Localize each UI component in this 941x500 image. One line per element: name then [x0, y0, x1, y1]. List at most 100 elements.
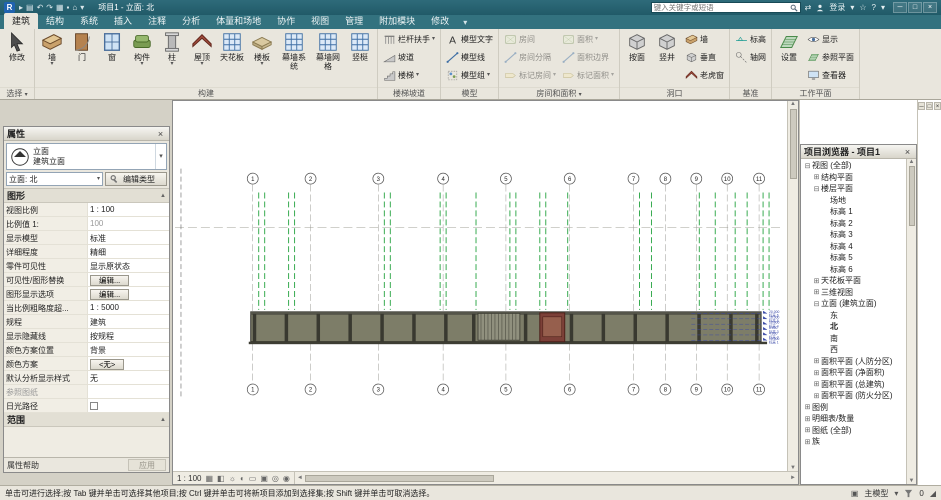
- tree-item[interactable]: 东: [801, 310, 906, 322]
- collapse-icon[interactable]: ⊟: [812, 300, 821, 308]
- tree-item[interactable]: 标高 5: [801, 252, 906, 264]
- grid-bubble[interactable]: 3: [373, 384, 384, 395]
- filter-icon[interactable]: [904, 489, 913, 498]
- expand-icon[interactable]: ⊞: [812, 357, 821, 365]
- resize-grip-icon[interactable]: ◢: [930, 489, 936, 498]
- grid-bubble[interactable]: 9: [691, 173, 702, 184]
- tag-area-button[interactable]: 标记面积 ▾: [560, 67, 616, 84]
- tree-item[interactable]: 标高 2: [801, 218, 906, 230]
- grid-bubble[interactable]: 7: [628, 173, 639, 184]
- grid-bubble[interactable]: 1: [247, 384, 258, 395]
- browser-scrollbar[interactable]: ▲ ▼: [906, 159, 916, 484]
- tree-item[interactable]: ⊟立面 (建筑立面): [801, 298, 906, 310]
- edit-type-button[interactable]: 编辑类型: [105, 172, 167, 186]
- minimize-button[interactable]: ─: [893, 2, 907, 13]
- tree-item[interactable]: ⊞三维视图: [801, 287, 906, 299]
- worksets-icon[interactable]: ▣: [851, 489, 859, 498]
- close-properties-icon[interactable]: ×: [155, 129, 166, 139]
- signin-dropdown-icon[interactable]: ▾: [850, 3, 854, 12]
- view-restore-button[interactable]: □: [926, 102, 933, 110]
- level-button[interactable]: 标高: [733, 31, 768, 48]
- shadows-icon[interactable]: ◐: [240, 474, 245, 483]
- tree-item[interactable]: ⊞面积平面 (人防分区): [801, 356, 906, 368]
- model-text-button[interactable]: 模型文字: [444, 31, 495, 48]
- tab-systems[interactable]: 系统: [72, 13, 106, 29]
- panel-label-room-area[interactable]: 房间和面积 ▾: [499, 87, 619, 99]
- viewer-button[interactable]: 查看器: [805, 67, 856, 84]
- area-boundary-button[interactable]: 面积边界: [560, 49, 616, 66]
- set-work-plane-button[interactable]: 设置: [775, 30, 803, 86]
- dropdown-arrow-icon[interactable]: ▾: [170, 62, 173, 67]
- room-separator-button[interactable]: 房间分隔: [502, 49, 558, 66]
- expand-icon[interactable]: ⊞: [803, 438, 812, 446]
- grid-bubble[interactable]: 8: [660, 173, 671, 184]
- save-icon[interactable]: ▤: [26, 3, 34, 12]
- apply-button[interactable]: 应用: [128, 459, 166, 471]
- detail-level-icon[interactable]: ▦: [205, 474, 213, 483]
- properties-help-link[interactable]: 属性帮助: [7, 460, 39, 471]
- ceiling-button[interactable]: 天花板: [218, 30, 246, 86]
- tab-architecture[interactable]: 建筑: [4, 13, 38, 29]
- search-icon[interactable]: [790, 4, 798, 12]
- exchange-apps-icon[interactable]: ☆: [859, 3, 866, 12]
- tree-item[interactable]: ⊞面积平面 (防火分区): [801, 390, 906, 402]
- view-minimize-button[interactable]: ─: [918, 102, 925, 110]
- collapse-icon[interactable]: ⊟: [803, 162, 812, 170]
- search-box[interactable]: [651, 2, 801, 13]
- ribbon-minimize-icon[interactable]: ▾: [463, 18, 467, 29]
- grid-bubble[interactable]: 6: [564, 384, 575, 395]
- tab-analyze[interactable]: 分析: [174, 13, 208, 29]
- tree-item[interactable]: 西: [801, 344, 906, 356]
- door-button[interactable]: 门: [68, 30, 96, 86]
- scrollbar-thumb[interactable]: [790, 109, 797, 179]
- scroll-right-icon[interactable]: ►: [790, 475, 796, 481]
- redo-icon[interactable]: ↷: [46, 3, 53, 12]
- app-logo[interactable]: R: [4, 2, 15, 13]
- ref-plane-button[interactable]: 参照平面: [805, 49, 856, 66]
- grid-bubble[interactable]: 8: [660, 384, 671, 395]
- scroll-down-icon[interactable]: ▼: [909, 478, 915, 484]
- dropdown-arrow-icon[interactable]: ▾: [200, 62, 203, 67]
- tree-item[interactable]: ⊞明细表/数量: [801, 413, 906, 425]
- measure-icon[interactable]: ▪: [67, 3, 70, 12]
- expand-icon[interactable]: ⊞: [812, 369, 821, 377]
- color-scheme-button[interactable]: <无>: [90, 359, 124, 370]
- grid-bubble[interactable]: 10: [722, 384, 733, 395]
- tree-item[interactable]: 标高 6: [801, 264, 906, 276]
- column-button[interactable]: 柱 ▾: [158, 30, 186, 86]
- show-crop-region-icon[interactable]: ▣: [260, 474, 268, 483]
- model-group-button[interactable]: 模型组 ▾: [444, 67, 495, 84]
- grid-bubble[interactable]: 11: [754, 384, 765, 395]
- dormer-button[interactable]: 老虎窗: [683, 67, 726, 84]
- tree-item[interactable]: ⊞图例: [801, 402, 906, 414]
- help-dropdown-icon[interactable]: ▾: [881, 3, 885, 12]
- signin-label[interactable]: 登录: [829, 2, 845, 13]
- expand-icon[interactable]: ⊞: [812, 392, 821, 400]
- tag-room-button[interactable]: 标记房间 ▾: [502, 67, 558, 84]
- room-button[interactable]: 房间: [502, 31, 558, 48]
- grid-bubble[interactable]: 10: [722, 173, 733, 184]
- close-browser-icon[interactable]: ×: [902, 147, 913, 157]
- scroll-up-icon[interactable]: ▲: [790, 101, 796, 107]
- dropdown-arrow-icon[interactable]: ▾: [50, 62, 53, 67]
- restore-button[interactable]: □: [908, 2, 922, 13]
- horizontal-scrollbar[interactable]: ◄ ►: [295, 472, 798, 484]
- tree-item[interactable]: ⊞面积平面 (净面积): [801, 367, 906, 379]
- close-button[interactable]: ×: [923, 2, 937, 13]
- scale-label[interactable]: 1 : 100: [177, 474, 201, 483]
- tree-item[interactable]: 场地: [801, 195, 906, 207]
- grid-bubble[interactable]: 5: [500, 384, 511, 395]
- expand-icon[interactable]: ⊞: [812, 380, 821, 388]
- search-input[interactable]: [654, 3, 788, 12]
- edit-visibility-button[interactable]: 编辑...: [90, 275, 129, 286]
- grid-bubble[interactable]: 2: [305, 173, 316, 184]
- home-icon[interactable]: ⌂: [72, 3, 77, 12]
- tree-item[interactable]: ⊞族: [801, 436, 906, 448]
- tree-item[interactable]: ⊞图纸 (全部): [801, 425, 906, 437]
- scroll-left-icon[interactable]: ◄: [297, 475, 303, 481]
- curtain-system-button[interactable]: 幕墙系统: [278, 30, 310, 86]
- tree-item[interactable]: 标高 1: [801, 206, 906, 218]
- design-options-dropdown-icon[interactable]: ▾: [894, 489, 898, 498]
- open-icon[interactable]: ▸: [19, 3, 23, 12]
- tree-item[interactable]: ⊟视图 (全部): [801, 160, 906, 172]
